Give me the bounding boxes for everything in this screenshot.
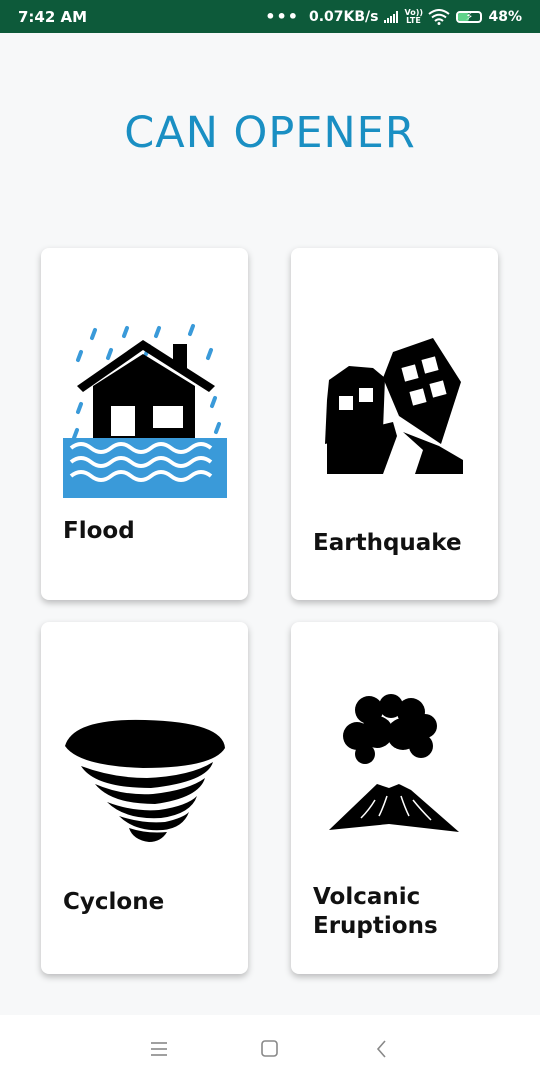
cyclone-icon [65,719,225,842]
earthquake-icon [325,338,463,474]
earthquake-label: Earthquake [313,530,462,556]
battery-icon: ⚡ [456,10,483,23]
volcano-label-line1: Volcanic [313,884,421,910]
app-title: CAN OPENER [124,108,416,158]
wifi-icon [428,8,451,25]
status-time: 7:42 AM [18,7,88,26]
battery-percent: 48% [488,8,522,25]
flood-label: Flood [63,518,135,544]
status-indicators: ••• 0.07KB/s Vo)) LTE ⚡ 48% [265,7,522,26]
signal-icon [384,10,399,23]
volcano-icon [329,694,459,832]
navigation-bar [0,1015,540,1080]
status-bar: 7:42 AM ••• 0.07KB/s Vo)) LTE ⚡ 48% [0,0,540,33]
volcano-card[interactable]: Volcanic Eruptions [291,622,498,974]
earthquake-card[interactable]: Earthquake [291,248,498,600]
network-speed: 0.07KB/s [308,8,379,25]
volcano-label-line2: Eruptions [313,913,438,939]
more-notifications-icon: ••• [265,7,299,26]
volte-icon: Vo)) LTE [404,7,424,25]
flood-card[interactable]: Flood [41,248,248,600]
back-icon[interactable] [370,1037,394,1061]
volcano-label: Volcanic Eruptions [313,883,438,941]
home-icon[interactable] [258,1037,282,1061]
flood-icon [63,324,227,498]
menu-icon[interactable] [148,1037,172,1061]
cyclone-label: Cyclone [63,889,165,915]
cyclone-card[interactable]: Cyclone [41,622,248,974]
